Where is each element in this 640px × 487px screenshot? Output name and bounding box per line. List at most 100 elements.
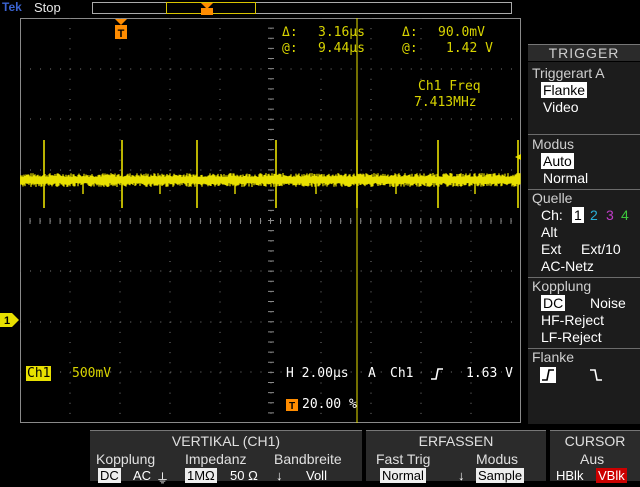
grid-dot [69,28,71,30]
grid-dot [310,321,312,323]
grid-dot [480,118,482,120]
grid-dot [120,118,122,120]
grid-dot [470,200,472,202]
grid-dot [310,169,312,171]
quelle-ext10-option[interactable]: Ext/10 [581,241,621,257]
grid-dot [370,412,372,414]
grid-dot [50,68,52,70]
fast-trig-value[interactable]: Normal [380,468,426,483]
grid-dot [169,362,171,364]
grid-dot [169,99,171,100]
quelle-acnetz-option[interactable]: AC-Netz [541,258,594,274]
quelle-ch4-option[interactable]: 4 [621,207,629,223]
grid-dot [69,301,71,303]
kopplung-dc-option[interactable]: DC [541,295,566,311]
grid-dot [490,321,492,323]
grid-dot [170,321,172,323]
grid-dot [370,261,372,262]
grid-dot [460,68,462,70]
modus-auto-option[interactable]: Auto [541,153,574,169]
grid-dot [310,118,312,120]
cursor-hblk-button[interactable]: HBlk [556,468,583,483]
triggerart-video-option[interactable]: Video [543,99,579,115]
grid-dot [310,270,312,272]
grid-dot [30,68,32,70]
kopplung-hf-reject-option[interactable]: HF-Reject [541,312,604,328]
grid-dot [320,118,322,120]
grid-dot [320,190,322,192]
grid-dot [90,118,92,120]
grid-dot [370,139,372,141]
grid-dot [169,382,171,384]
grid-dot [250,68,252,70]
kopplung-dc-button[interactable]: DC [98,468,121,483]
modus-normal-option[interactable]: Normal [543,170,588,186]
grid-dot [69,331,71,333]
quelle-ch2-option[interactable]: 2 [590,207,598,223]
grid-dot [370,149,372,151]
grid-dot [470,68,472,70]
grid-dot [170,169,172,171]
grid-dot [160,371,162,373]
ground-icon[interactable]: ⏚ [156,468,169,487]
grid-dot [119,139,121,141]
kopplung-noise-option[interactable]: Noise [590,295,626,311]
grid-dot [169,48,171,50]
grid-dot [470,342,472,343]
kopplung-ac-button[interactable]: AC [133,468,151,483]
grid-dot [420,372,422,374]
grid-dot [120,169,122,171]
quelle-ch3-option[interactable]: 3 [606,207,614,223]
grid-dot [420,321,422,323]
grid-dot [490,169,492,171]
grid-dot [490,270,492,272]
cursor-vblk-button[interactable]: VBlk [596,468,627,483]
flanke-falling-icon[interactable] [588,367,604,383]
kopplung-lf-reject-option[interactable]: LF-Reject [541,329,602,345]
grid-dot [330,321,332,323]
flanke-rising-icon[interactable] [540,367,556,383]
grid-dot [80,169,82,171]
ch1-ground-marker[interactable]: 1 [0,312,20,328]
grid-dot [20,118,21,120]
quelle-ch1-option[interactable]: 1 [572,207,584,223]
grid-dot [130,68,132,70]
ch1-label[interactable]: Ch1 [26,366,52,381]
triggerart-flanke-option[interactable]: Flanke [541,82,588,98]
grid-dot [110,169,112,171]
trigger-mode: A [368,366,376,381]
erfassen-modus-value[interactable]: Sample [476,468,525,483]
grid-dot [390,169,392,171]
grid-dot [420,38,422,40]
grid-dot [220,371,222,373]
grid-dot [470,412,472,414]
impedanz-50-button[interactable]: 50 Ω [230,468,258,483]
grid-dot [119,190,121,192]
grid-dot [320,68,322,70]
grid-dot [240,169,242,171]
grid-dot [370,118,372,120]
grid-dot [60,169,62,171]
delta-voltage-value: 90.0mV [438,25,485,40]
grid-dot [420,149,422,151]
grid-dot [410,270,412,272]
quelle-alt-option[interactable]: Alt [541,224,557,240]
trigger-position-icon[interactable]: T [113,18,129,42]
grid-dot [320,301,322,303]
grid-dot [210,118,212,120]
grid-dot [20,321,21,323]
bandbreite-value[interactable]: Voll [306,468,327,483]
grid-dot [69,240,71,242]
grid-dot [470,321,472,323]
grid-dot [320,129,322,131]
grid-dot [280,118,282,120]
at-voltage-value: 1.42 V [446,41,493,56]
grid-dot [370,210,372,212]
grid-dot [30,118,32,120]
grid-dot [320,250,322,252]
grid-dot [170,118,172,120]
impedanz-1m-button[interactable]: 1MΩ [185,468,217,483]
quelle-ext-option[interactable]: Ext [541,241,561,257]
trigger-source: Ch1 [390,366,414,381]
grid-dot [360,321,362,323]
